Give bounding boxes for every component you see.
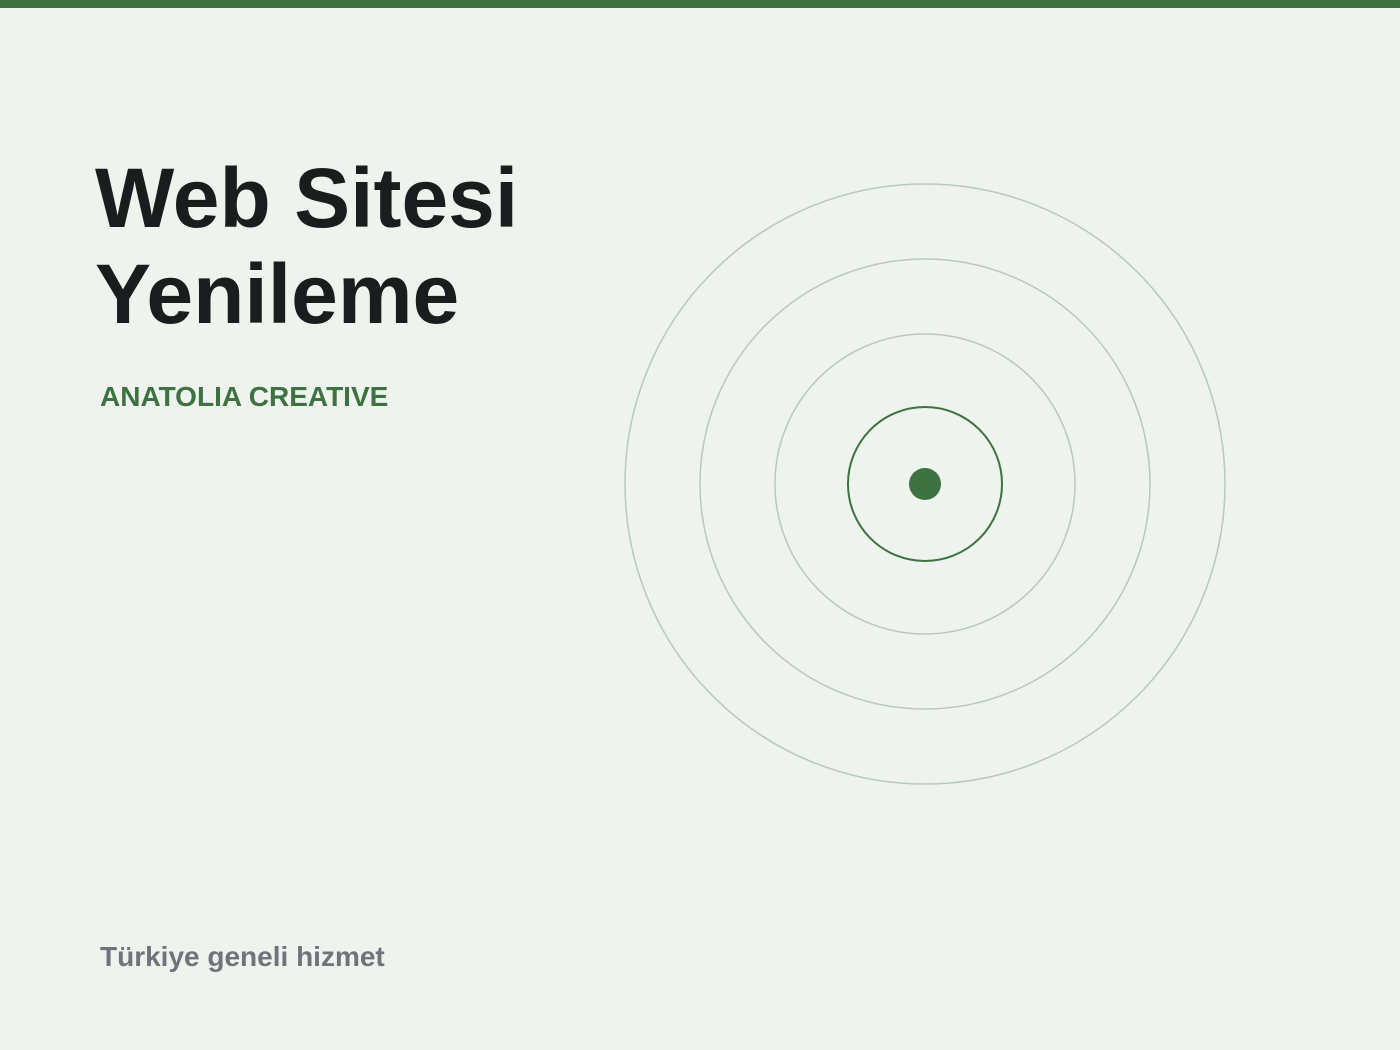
slide-title: Web Sitesi Yenileme <box>95 150 615 342</box>
brand-name: ANATOLIA CREATIVE <box>100 381 389 412</box>
footer-note: Türkiye geneli hizmet <box>100 941 385 972</box>
title-line-1: Web Sitesi <box>95 151 519 245</box>
center-dot <box>909 468 941 500</box>
concentric-rings-icon <box>624 183 1226 785</box>
title-line-2: Yenileme <box>95 247 460 341</box>
top-accent-bar <box>0 0 1400 8</box>
